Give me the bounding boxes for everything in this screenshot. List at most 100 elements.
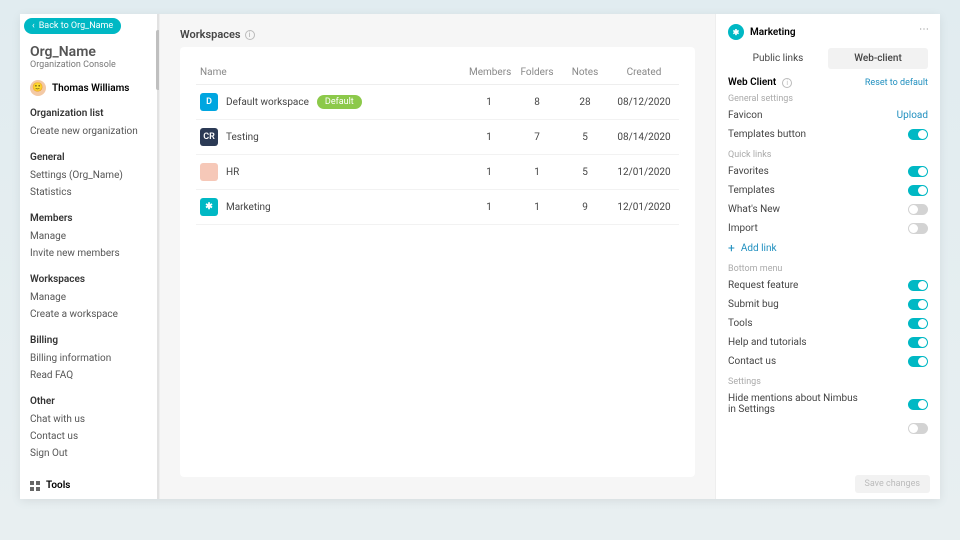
settings-group-heading: Quick links	[728, 150, 928, 160]
column-header: Folders	[513, 61, 561, 85]
more-menu-icon[interactable]: ⋯	[919, 24, 930, 35]
setting-label: Import	[728, 223, 758, 234]
toggle[interactable]	[908, 280, 928, 291]
toggle[interactable]	[908, 223, 928, 234]
table-row[interactable]: HR 11512/01/2020	[196, 155, 679, 190]
sidebar-section-head: Other	[30, 396, 149, 407]
cell-notes: 5	[561, 120, 609, 155]
setting-row: Tools	[728, 314, 928, 333]
table-row[interactable]: D Default workspace Default 182808/12/20…	[196, 85, 679, 120]
setting-label: Contact us	[728, 356, 776, 367]
cell-folders: 8	[513, 85, 561, 120]
setting-label: Hide mentions about Nimbus in Settings	[728, 393, 858, 415]
setting-row: Favorites	[728, 162, 928, 181]
sidebar-item[interactable]: Contact us	[30, 428, 149, 445]
tab[interactable]: Web-client	[828, 48, 928, 69]
setting-row: What's New	[728, 200, 928, 219]
tab[interactable]: Public links	[728, 48, 828, 69]
panel-title: Marketing	[750, 27, 796, 38]
scrollbar-thumb[interactable]	[156, 30, 160, 90]
toggle[interactable]	[908, 166, 928, 177]
column-header: Notes	[561, 61, 609, 85]
sidebar-item[interactable]: Settings (Org_Name)	[30, 167, 149, 184]
sidebar-item[interactable]: Read FAQ	[30, 367, 149, 384]
setting-row: Import	[728, 219, 928, 238]
chevron-left-icon: ‹	[32, 21, 35, 31]
toggle[interactable]	[908, 129, 928, 140]
setting-label: Request feature	[728, 280, 798, 291]
sidebar-item[interactable]: Manage	[30, 289, 149, 306]
cell-created: 12/01/2020	[609, 155, 679, 190]
setting-label: What's New	[728, 204, 780, 215]
grid-icon	[30, 481, 40, 491]
info-icon[interactable]: i	[782, 78, 792, 88]
workspace-name: Testing	[226, 132, 259, 143]
cell-members: 1	[465, 190, 513, 225]
toggle[interactable]	[908, 318, 928, 329]
workspace-name: Default workspace	[226, 97, 309, 108]
column-header: Members	[465, 61, 513, 85]
setting-row: Hide mentions about Nimbus in Settings	[728, 389, 928, 419]
cell-folders: 7	[513, 120, 561, 155]
setting-label: Favicon	[728, 110, 762, 121]
page-title: Workspaces	[180, 28, 241, 41]
sidebar-section-head: Workspaces	[30, 274, 149, 285]
sidebar-item[interactable]: Create new organization	[30, 123, 149, 140]
setting-row: Contact us	[728, 352, 928, 371]
reset-to-default-link[interactable]: Reset to default	[865, 78, 928, 88]
toggle[interactable]	[908, 399, 928, 410]
setting-label: Templates button	[728, 129, 806, 140]
column-header: Created	[609, 61, 679, 85]
sidebar-item[interactable]: Chat with us	[30, 411, 149, 428]
setting-row: Submit bug	[728, 295, 928, 314]
cell-created: 08/12/2020	[609, 85, 679, 120]
toggle[interactable]	[908, 299, 928, 310]
sidebar-item[interactable]: Invite new members	[30, 245, 149, 262]
sidebar-item[interactable]: Manage	[30, 228, 149, 245]
add-link-button[interactable]: +Add link	[728, 238, 928, 258]
sidebar-section-head: Organization list	[30, 108, 149, 119]
setting-label: Favorites	[728, 166, 769, 177]
toggle[interactable]	[908, 204, 928, 215]
sidebar-item[interactable]: Sign Out	[30, 445, 149, 462]
cell-members: 1	[465, 155, 513, 190]
setting-row: Favicon Upload	[728, 106, 928, 125]
info-icon[interactable]: i	[245, 30, 255, 40]
toggle[interactable]	[908, 185, 928, 196]
toggle[interactable]	[908, 337, 928, 348]
default-badge: Default	[317, 95, 362, 109]
tools-heading: Tools	[30, 480, 149, 491]
org-subtitle: Organization Console	[30, 60, 149, 70]
toggle[interactable]	[908, 356, 928, 367]
toggle[interactable]	[908, 423, 928, 434]
sidebar: ‹ Back to Org_Name Org_Name Organization…	[20, 14, 160, 499]
workspaces-table: NameMembersFoldersNotesCreated D Default…	[196, 61, 679, 225]
sidebar-section-head: Billing	[30, 335, 149, 346]
save-changes-button[interactable]: Save changes	[855, 475, 931, 493]
sidebar-item[interactable]: Create a workspace	[30, 306, 149, 323]
main-area: Workspaces i NameMembersFoldersNotesCrea…	[160, 14, 715, 499]
sidebar-item[interactable]: Billing information	[30, 350, 149, 367]
setting-label: Help and tutorials	[728, 337, 807, 348]
setting-row	[728, 419, 928, 438]
setting-label: Tools	[728, 318, 752, 329]
workspace-icon: ✱	[200, 198, 218, 216]
back-button[interactable]: ‹ Back to Org_Name	[24, 18, 121, 34]
sidebar-item[interactable]: Statistics	[30, 184, 149, 201]
current-user[interactable]: 🙂 Thomas Williams	[30, 80, 149, 96]
cell-notes: 28	[561, 85, 609, 120]
cell-folders: 1	[513, 155, 561, 190]
settings-group-heading: Bottom menu	[728, 264, 928, 274]
tools-label: Tools	[46, 480, 70, 491]
table-row[interactable]: CR Testing 17508/14/2020	[196, 120, 679, 155]
upload-link[interactable]: Upload	[897, 110, 928, 121]
cell-notes: 5	[561, 155, 609, 190]
settings-group-heading: Settings	[728, 377, 928, 387]
table-row[interactable]: ✱ Marketing 11912/01/2020	[196, 190, 679, 225]
settings-group-heading: General settings	[728, 94, 928, 104]
cell-members: 1	[465, 85, 513, 120]
column-header: Name	[196, 61, 465, 85]
setting-row: Templates	[728, 181, 928, 200]
plus-icon: +	[728, 242, 735, 254]
back-label: Back to Org_Name	[39, 21, 113, 31]
